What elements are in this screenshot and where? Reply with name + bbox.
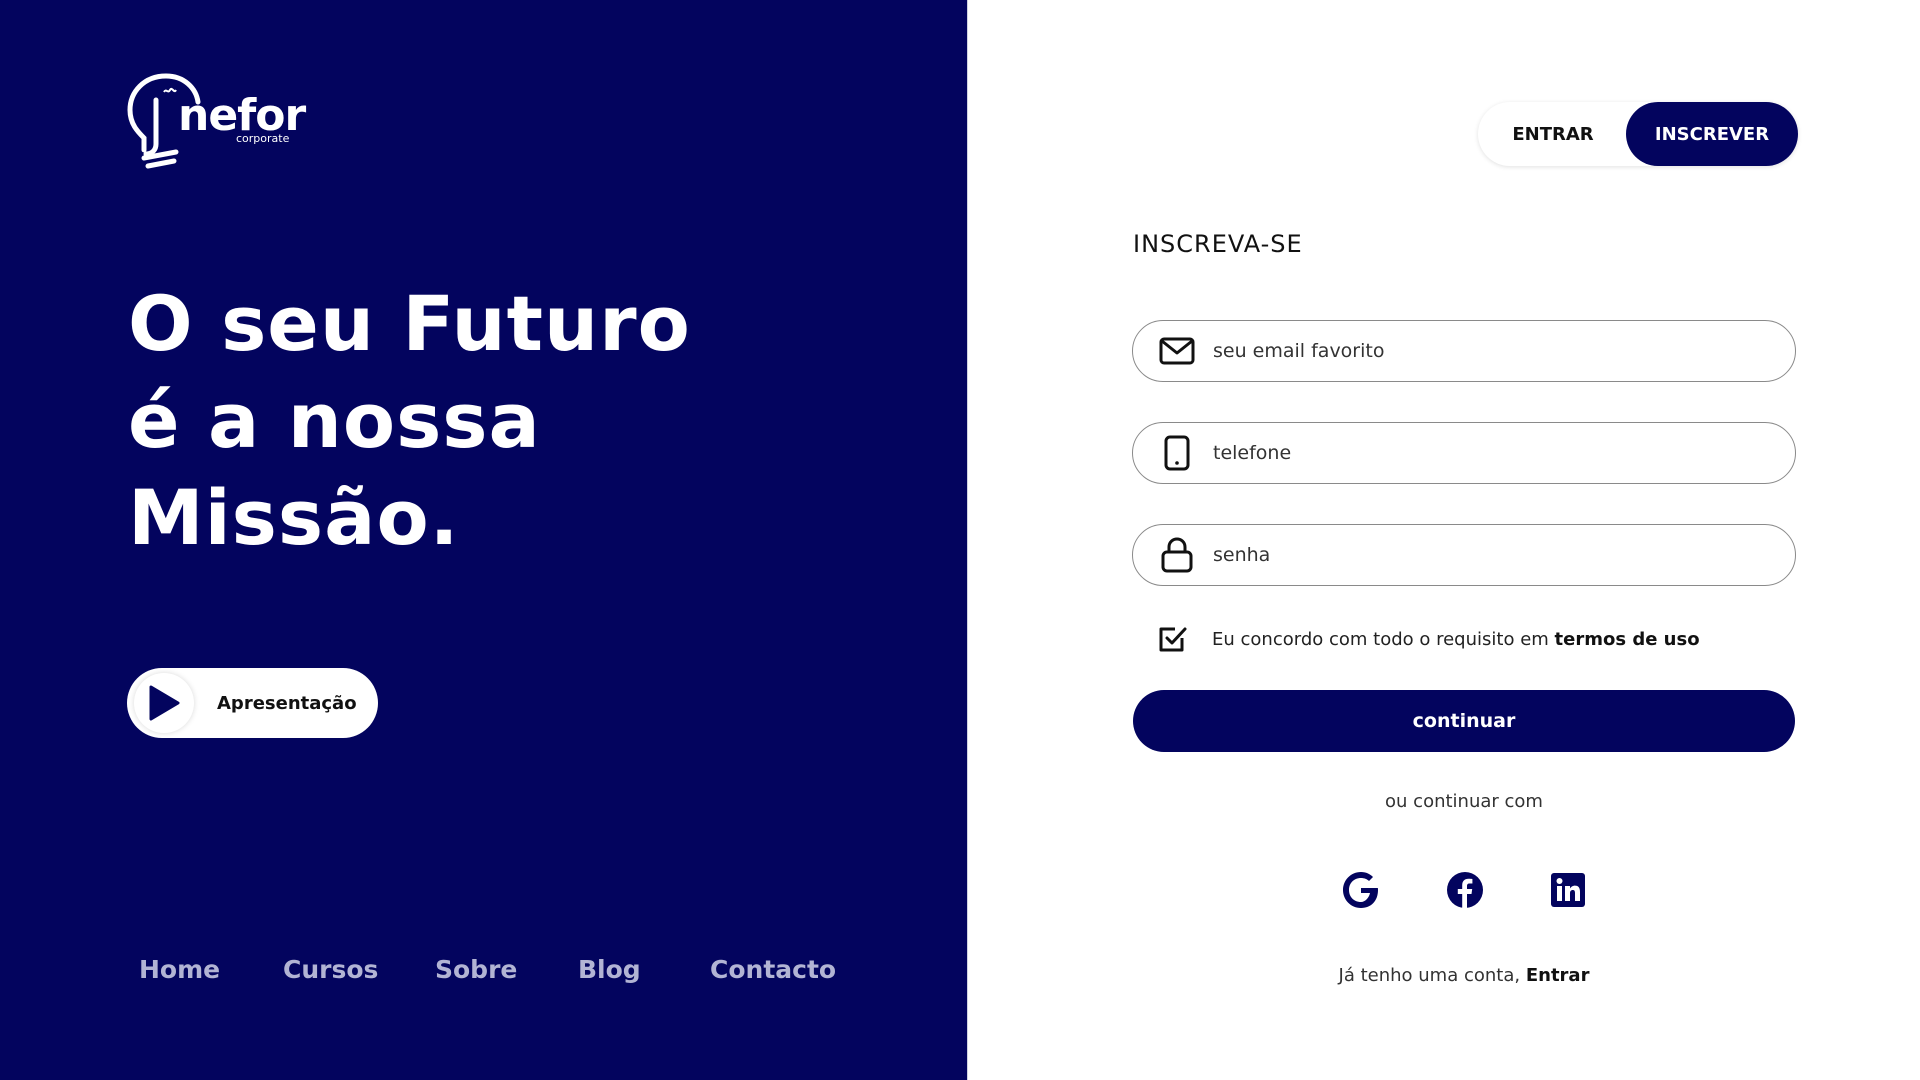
password-input[interactable]: [1213, 544, 1773, 566]
password-field[interactable]: [1132, 524, 1796, 586]
hero-line-3: Missão.: [128, 473, 460, 562]
linkedin-login-button[interactable]: [1546, 868, 1590, 912]
phone-input[interactable]: [1213, 442, 1773, 464]
have-account: Já tenho uma conta, Entrar: [1133, 965, 1795, 986]
logo-subtitle: corporate: [236, 132, 290, 145]
left-panel: nefor corporate O seu Futuro é a nossa M…: [0, 0, 968, 1080]
lock-icon: [1157, 535, 1197, 575]
terms-text: Eu concordo com todo o requisito em term…: [1212, 629, 1700, 650]
nav-blog[interactable]: Blog: [578, 955, 641, 984]
google-login-button[interactable]: [1339, 868, 1383, 912]
linkedin-icon: [1551, 873, 1585, 907]
footer-nav: Home Cursos Sobre Blog Contacto: [0, 955, 968, 995]
signup-tab[interactable]: INSCREVER: [1626, 102, 1798, 166]
nav-home[interactable]: Home: [139, 955, 220, 984]
auth-toggle: ENTRAR INSCREVER: [1478, 102, 1798, 166]
mail-icon: [1157, 331, 1197, 371]
login-tab[interactable]: ENTRAR: [1478, 102, 1628, 166]
checkbox-checked-icon: [1159, 627, 1187, 652]
terms-checkbox[interactable]: [1158, 624, 1188, 654]
google-icon: [1343, 872, 1378, 908]
presentation-label: Apresentação: [217, 692, 357, 714]
email-input[interactable]: [1213, 340, 1773, 362]
form-title: INSCREVA-SE: [1133, 230, 1303, 258]
login-link[interactable]: Entrar: [1526, 965, 1590, 986]
play-button[interactable]: [134, 673, 194, 733]
nav-contacto[interactable]: Contacto: [710, 955, 836, 984]
continue-button[interactable]: continuar: [1133, 690, 1795, 752]
facebook-icon: [1447, 872, 1483, 908]
nav-cursos[interactable]: Cursos: [283, 955, 378, 984]
play-icon: [149, 685, 180, 721]
phone-field[interactable]: [1132, 422, 1796, 484]
terms-link[interactable]: termos de uso: [1555, 629, 1700, 650]
terms-label: Eu concordo com todo o requisito em: [1212, 628, 1555, 650]
have-account-text: Já tenho uma conta,: [1338, 965, 1526, 986]
phone-icon: [1157, 433, 1197, 473]
facebook-login-button[interactable]: [1443, 868, 1487, 912]
hero-heading: O seu Futuro é a nossa Missão.: [128, 275, 691, 566]
terms-agreement: Eu concordo com todo o requisito em term…: [1158, 624, 1700, 654]
hero-line-1: O seu Futuro: [128, 279, 691, 368]
or-continue-with: ou continuar com: [1385, 791, 1543, 812]
logo[interactable]: nefor corporate: [126, 70, 306, 172]
email-field[interactable]: [1132, 320, 1796, 382]
nav-sobre[interactable]: Sobre: [435, 955, 517, 984]
hero-line-2: é a nossa: [128, 376, 541, 465]
presentation-button[interactable]: Apresentação: [127, 668, 378, 738]
